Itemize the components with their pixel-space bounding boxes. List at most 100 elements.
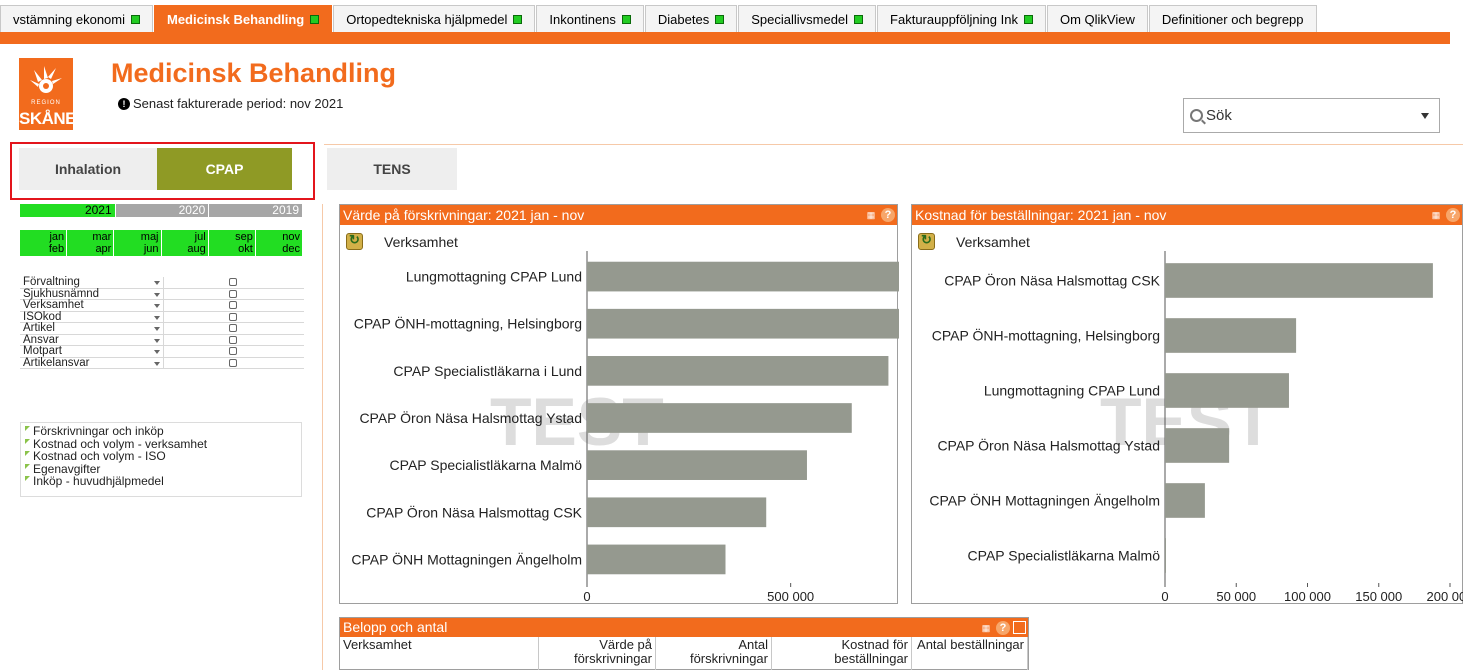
chevron-down-icon[interactable]: [154, 327, 160, 331]
chevron-down-icon[interactable]: [154, 315, 160, 320]
month-button[interactable]: nov dec: [255, 230, 303, 256]
category-label[interactable]: CPAP ÖNH Mottagningen Ängelholm: [351, 550, 582, 567]
category-label[interactable]: CPAP Specialistläkarna i Lund: [393, 363, 582, 379]
filter-name: Artikel: [23, 322, 55, 334]
logo-skane-text: SKÅNE: [19, 109, 77, 128]
column-header-antal-forskrivningar[interactable]: Antal förskrivningar: [656, 637, 772, 670]
chevron-down-icon[interactable]: [1421, 113, 1429, 119]
tab-tens[interactable]: TENS: [327, 148, 457, 190]
checkbox-icon[interactable]: [229, 301, 237, 309]
top-tab-label: Fakturauppföljning Ink: [890, 11, 1018, 27]
triangle-icon: [25, 463, 30, 469]
filter-value[interactable]: [163, 357, 304, 368]
chart-panel-bestallningar: Kostnad för beställningar: 2021 jan - no…: [911, 204, 1463, 604]
table-belopp-och-antal: Belopp och antal ▦ ? Verksamhet Värde på…: [339, 617, 1029, 670]
top-tab[interactable]: Om QlikView: [1046, 5, 1148, 32]
top-tab[interactable]: Medicinsk Behandling: [154, 5, 333, 32]
chart-bar[interactable]: [1165, 538, 1166, 573]
checkbox-icon[interactable]: [229, 358, 237, 367]
year-button[interactable]: 2021: [20, 204, 115, 217]
month-button[interactable]: mar apr: [67, 230, 114, 256]
filter-value[interactable]: [163, 277, 304, 288]
column-header-kostnad[interactable]: Kostnad för beställningar: [772, 637, 912, 670]
status-dot-icon: [310, 14, 320, 24]
chevron-down-icon[interactable]: [154, 281, 160, 285]
year-button[interactable]: 2020: [115, 204, 209, 217]
checkbox-icon[interactable]: [229, 278, 237, 286]
category-label[interactable]: Lungmottagning CPAP Lund: [984, 383, 1160, 399]
top-tab-label: Medicinsk Behandling: [167, 11, 305, 27]
checkbox-icon[interactable]: [229, 347, 237, 355]
chart-bar[interactable]: [587, 356, 889, 386]
top-tab[interactable]: Speciallivsmedel: [738, 5, 877, 32]
help-icon[interactable]: ?: [996, 621, 1010, 635]
filter-value[interactable]: [163, 346, 304, 357]
highlight-box: [10, 142, 315, 200]
filter-row[interactable]: Ansvar: [20, 334, 304, 346]
chevron-down-icon[interactable]: [154, 292, 160, 297]
maximize-icon[interactable]: [1013, 621, 1026, 634]
chevron-down-icon[interactable]: [154, 361, 160, 366]
category-label[interactable]: CPAP Öron Näsa Halsmottag Ystad: [937, 437, 1160, 454]
filter-value[interactable]: [163, 334, 304, 345]
chevron-down-icon[interactable]: [154, 338, 160, 343]
month-button[interactable]: maj jun: [114, 230, 161, 256]
filter-value[interactable]: [163, 300, 304, 311]
chart-bar[interactable]: [587, 261, 899, 292]
filter-row[interactable]: Artikel: [20, 322, 304, 335]
report-link[interactable]: Inköp - huvudhjälpmedel: [21, 475, 301, 488]
top-tab[interactable]: Fakturauppföljning Ink: [877, 5, 1046, 32]
month-button[interactable]: jul aug: [161, 230, 208, 256]
filter-row[interactable]: ISOkod: [20, 311, 304, 323]
chart-bar[interactable]: [1165, 318, 1297, 353]
column-header-antal-bestallningar[interactable]: Antal beställningar: [912, 637, 1028, 670]
report-link[interactable]: Förskrivningar och inköp: [21, 425, 301, 438]
category-label[interactable]: CPAP Öron Näsa Halsmottag CSK: [366, 503, 582, 520]
triangle-icon: [25, 438, 30, 444]
filter-value[interactable]: [163, 288, 304, 299]
header-divider: [324, 144, 1463, 145]
category-label[interactable]: CPAP Specialistläkarna Malmö: [968, 548, 1161, 564]
category-label[interactable]: CPAP Specialistläkarna Malmö: [390, 457, 583, 473]
chart-bar[interactable]: [1165, 373, 1289, 408]
clear-selection-icon[interactable]: ▦: [979, 621, 993, 635]
checkbox-icon[interactable]: [229, 324, 237, 332]
top-tab[interactable]: Definitioner och begrepp: [1148, 5, 1317, 32]
chart-bar[interactable]: [587, 403, 852, 433]
report-link[interactable]: Kostnad och volym - ISO: [21, 450, 301, 463]
chart-bar[interactable]: [1165, 263, 1433, 298]
year-button[interactable]: 2019: [209, 204, 302, 217]
top-tab[interactable]: Diabetes: [644, 5, 738, 32]
column-header-varde[interactable]: Värde på förskrivningar: [539, 637, 656, 670]
month-button[interactable]: sep okt: [208, 230, 255, 256]
category-label[interactable]: CPAP ÖNH-mottagning, Helsingborg: [354, 315, 582, 332]
chart-bar[interactable]: [1165, 428, 1230, 463]
checkbox-icon[interactable]: [229, 289, 237, 298]
chart-bar[interactable]: [587, 497, 767, 528]
chevron-down-icon[interactable]: [154, 350, 160, 354]
top-tab[interactable]: Inkontinens: [536, 5, 644, 32]
filter-value[interactable]: [163, 311, 304, 322]
filter-value[interactable]: [163, 323, 304, 334]
month-label: feb: [48, 243, 65, 255]
column-header-verksamhet[interactable]: Verksamhet: [340, 637, 539, 670]
top-tab[interactable]: Ortopedtekniska hjälpmedel: [333, 5, 536, 32]
filter-row[interactable]: Artikelansvar: [20, 357, 304, 369]
checkbox-icon[interactable]: [229, 312, 237, 321]
search-dropdown[interactable]: Sök: [1183, 98, 1440, 133]
month-button[interactable]: jan feb: [20, 230, 67, 256]
chevron-down-icon[interactable]: [154, 304, 160, 308]
chart-bar[interactable]: [587, 308, 899, 339]
category-label[interactable]: CPAP ÖNH Mottagningen Ängelholm: [929, 492, 1160, 509]
top-tab[interactable]: vstämning ekonomi: [0, 5, 153, 32]
checkbox-icon[interactable]: [229, 335, 237, 344]
filter-row[interactable]: Verksamhet: [20, 299, 304, 312]
category-label[interactable]: CPAP ÖNH-mottagning, Helsingborg: [932, 327, 1160, 344]
category-label[interactable]: CPAP Öron Näsa Halsmottag CSK: [944, 272, 1160, 289]
chart-bar[interactable]: [1165, 483, 1205, 518]
category-label[interactable]: CPAP Öron Näsa Halsmottag Ystad: [359, 409, 582, 426]
top-tab-label: Diabetes: [657, 11, 710, 27]
category-label[interactable]: Lungmottagning CPAP Lund: [406, 269, 582, 285]
chart-bar[interactable]: [587, 544, 726, 575]
chart-bar[interactable]: [587, 450, 807, 480]
